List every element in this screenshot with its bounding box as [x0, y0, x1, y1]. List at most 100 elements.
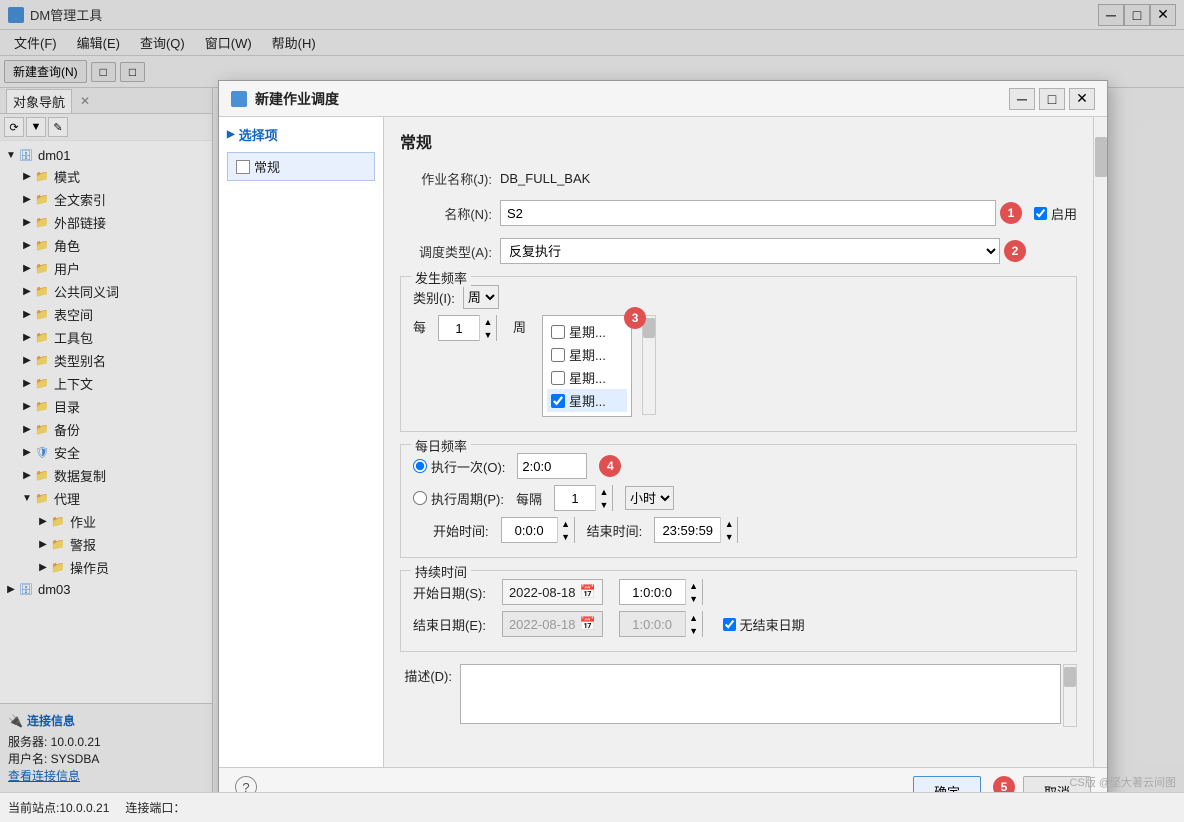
- daily-freq-section: 每日频率 执行一次(O): 4 执行周期(: [400, 444, 1077, 558]
- exec-once-radio[interactable]: [413, 459, 427, 473]
- et-arrows: ▲ ▼: [720, 517, 737, 543]
- schedule-type-badge: 2: [1004, 240, 1026, 262]
- exec-period-label-wrap[interactable]: 执行周期(P):: [413, 489, 504, 508]
- enable-label: 启用: [1051, 204, 1077, 223]
- calendar-icon-end[interactable]: 📅: [579, 616, 595, 632]
- end-time-spinner[interactable]: ▲ ▼: [654, 517, 738, 543]
- daily-freq-title: 每日频率: [411, 436, 471, 455]
- end-time2-spinner[interactable]: ▲ ▼: [619, 611, 703, 637]
- dialog-icon: [231, 91, 247, 107]
- desc-row: 描述(D):: [400, 664, 1077, 727]
- et-up[interactable]: ▲: [721, 517, 737, 530]
- left-panel-header: 选择项: [227, 125, 375, 144]
- name-badge: 1: [1000, 202, 1022, 224]
- end-time2-input[interactable]: [620, 612, 685, 636]
- weekday-checkbox-2[interactable]: [551, 371, 565, 385]
- st-down[interactable]: ▼: [558, 530, 574, 543]
- schedule-type-select[interactable]: 反复执行 执行一次 自动启动 CPU空闲时执行: [500, 238, 1000, 264]
- start-date-picker[interactable]: 2022-08-18 📅: [502, 579, 603, 605]
- spin-down-button[interactable]: ▼: [480, 328, 496, 341]
- start-time-input[interactable]: [502, 518, 557, 542]
- weekday-checkbox-1[interactable]: [551, 348, 565, 362]
- name-input[interactable]: [500, 200, 996, 226]
- start-time2-spinner[interactable]: ▲ ▼: [619, 579, 703, 605]
- calendar-icon[interactable]: 📅: [579, 584, 595, 600]
- period-spin-down[interactable]: ▼: [596, 498, 612, 511]
- dialog-right-scrollbar: [1093, 117, 1107, 767]
- freq-section: 发生频率 类别(I): 天 周 月 每: [400, 276, 1077, 432]
- end-date-picker[interactable]: 2022-08-18 📅: [502, 611, 603, 637]
- st2-down[interactable]: ▼: [686, 592, 702, 605]
- name-label: 名称(N):: [400, 204, 500, 223]
- weekday-item-3[interactable]: 星期...: [547, 389, 627, 412]
- weekday-checkbox-0[interactable]: [551, 325, 565, 339]
- start-date-row: 开始日期(S): 2022-08-18 📅 ▲ ▼: [413, 579, 1064, 605]
- dialog-minimize-button[interactable]: ─: [1009, 88, 1035, 110]
- category-select[interactable]: 天 周 月: [463, 285, 499, 309]
- section-title: 常规: [400, 129, 1077, 153]
- exec-once-input[interactable]: [517, 453, 587, 479]
- every-prefix: 每: [413, 315, 426, 341]
- no-end-wrap: 无结束日期: [723, 615, 805, 634]
- exec-once-row: 执行一次(O): 4: [413, 453, 1064, 479]
- schedule-type-row: 调度类型(A): 反复执行 执行一次 自动启动 CPU空闲时执行 2: [400, 238, 1077, 264]
- weekday-item-1[interactable]: 星期...: [547, 343, 627, 366]
- desc-scrollbar-thumb[interactable]: [1064, 667, 1076, 687]
- period-spinner-arrows: ▲ ▼: [595, 485, 612, 511]
- every-spinner[interactable]: ▲ ▼: [438, 315, 497, 341]
- st2-arrows: ▲ ▼: [685, 579, 702, 605]
- left-panel-item-general[interactable]: 常规: [227, 152, 375, 181]
- main-window: DM管理工具 ─ □ ✕ 文件(F) 编辑(E) 查询(Q) 窗口(W) 帮助(…: [0, 0, 1184, 822]
- duration-title: 持续时间: [411, 562, 471, 581]
- left-panel: 选择项 常规: [219, 117, 384, 767]
- no-end-label: 无结束日期: [740, 615, 805, 634]
- start-date-value: 2022-08-18: [509, 585, 576, 600]
- st2-up[interactable]: ▲: [686, 579, 702, 592]
- dialog-scrollbar-thumb[interactable]: [1095, 137, 1107, 177]
- dialog: 新建作业调度 ─ □ ✕ 选择项 常规 常规: [218, 80, 1108, 816]
- weekday-item-0[interactable]: 星期...: [547, 320, 627, 343]
- start-time-label: 开始时间:: [433, 521, 489, 540]
- start-date-label: 开始日期(S):: [413, 583, 486, 602]
- et2-arrows: ▲ ▼: [685, 611, 702, 637]
- every-input[interactable]: [439, 316, 479, 340]
- dialog-close-button[interactable]: ✕: [1069, 88, 1095, 110]
- period-spinner[interactable]: ▲ ▼: [554, 485, 613, 511]
- spinner-arrows: ▲ ▼: [479, 315, 496, 341]
- dialog-title-text: 新建作业调度: [255, 89, 339, 109]
- et2-down[interactable]: ▼: [686, 624, 702, 637]
- exec-once-label-wrap[interactable]: 执行一次(O):: [413, 457, 505, 476]
- period-spin-up[interactable]: ▲: [596, 485, 612, 498]
- dialog-restore-button[interactable]: □: [1039, 88, 1065, 110]
- et2-up[interactable]: ▲: [686, 611, 702, 624]
- right-panel: 常规 作业名称(J): DB_FULL_BAK 名称(N): 1 启用: [384, 117, 1093, 767]
- et-down[interactable]: ▼: [721, 530, 737, 543]
- end-date-label: 结束日期(E):: [413, 615, 486, 634]
- freq-section-title: 发生频率: [411, 268, 471, 287]
- spin-up-button[interactable]: ▲: [480, 315, 496, 328]
- st-up[interactable]: ▲: [558, 517, 574, 530]
- period-input[interactable]: [555, 486, 595, 510]
- desc-label: 描述(D):: [400, 664, 460, 685]
- start-time2-input[interactable]: [620, 580, 685, 604]
- every-row: 每 ▲ ▼ 周: [413, 315, 1064, 417]
- duration-section: 持续时间 开始日期(S): 2022-08-18 📅 ▲ ▼: [400, 570, 1077, 652]
- start-time-spinner[interactable]: ▲ ▼: [501, 517, 575, 543]
- dialog-body: 选择项 常规 常规 作业名称(J): DB_FULL_BAK 名称(N):: [219, 117, 1107, 767]
- exec-once-badge: 4: [599, 455, 621, 477]
- no-end-checkbox[interactable]: [723, 618, 736, 631]
- enable-checkbox[interactable]: [1034, 207, 1047, 220]
- dialog-title-left: 新建作业调度: [231, 89, 339, 109]
- status-left: 当前站点:10.0.0.21: [8, 799, 109, 816]
- schedule-type-label: 调度类型(A):: [400, 242, 500, 261]
- job-name-value: DB_FULL_BAK: [500, 171, 590, 186]
- weekday-checkbox-3[interactable]: [551, 394, 565, 408]
- desc-textarea[interactable]: [460, 664, 1061, 724]
- status-right: 连接端口：: [125, 799, 185, 816]
- exec-period-radio[interactable]: [413, 491, 427, 505]
- end-time-input[interactable]: [655, 518, 720, 542]
- period-unit-select[interactable]: 小时 分钟 秒: [625, 486, 674, 510]
- watermark: CS版 @坚大著云间图: [1069, 774, 1176, 790]
- end-date-row: 结束日期(E): 2022-08-18 📅 ▲ ▼: [413, 611, 1064, 637]
- weekday-item-2[interactable]: 星期...: [547, 366, 627, 389]
